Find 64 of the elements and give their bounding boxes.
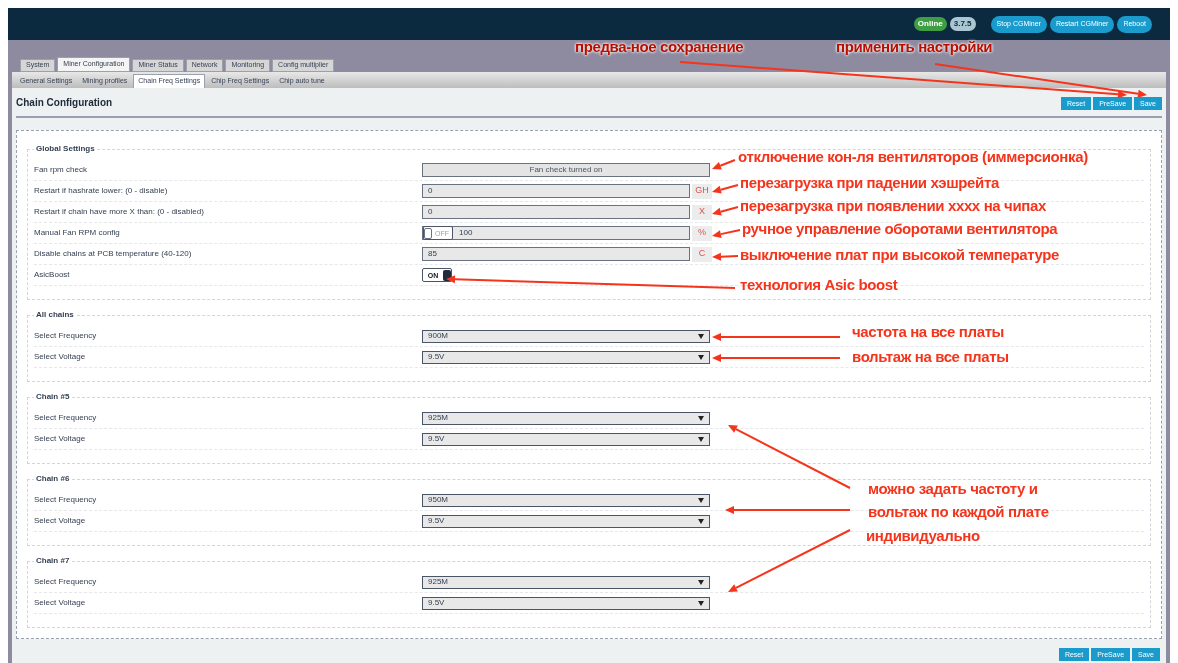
annotation-text: частота на все платы: [852, 323, 1005, 341]
setting-label: Select Voltage: [34, 351, 87, 363]
status-badge: Online: [913, 17, 947, 31]
arrow: [712, 184, 739, 194]
input-field[interactable]: 85: [422, 247, 690, 261]
fan-check-button[interactable]: Fan check turned on: [422, 163, 710, 177]
annotation-text: перезагрузка при падении хэшрейта: [740, 174, 999, 192]
setting-label: Select Frequency: [34, 412, 98, 424]
annotation-text: выключение плат при высокой температуре: [740, 246, 1060, 264]
annotation-text: можно задать частоту и: [868, 480, 1038, 498]
group-legend: Chain #7: [34, 555, 72, 567]
setting-label: Restart if hashrate lower: (0 - disable): [34, 185, 169, 197]
annotation-text: предва-ное сохранение: [575, 38, 744, 56]
annotation-text: технология Asic boost: [740, 276, 898, 294]
select-dropdown[interactable]: 9.5V: [422, 596, 710, 610]
caret-icon: [698, 354, 704, 360]
group-legend: All chains: [34, 309, 76, 321]
setting-label: Fan rpm check: [34, 164, 88, 176]
arrow: [712, 229, 741, 239]
annotation-text: вольтаж на все платы: [852, 348, 1009, 366]
setting-label: Select Frequency: [34, 494, 98, 506]
group-legend: Chain #6: [34, 473, 72, 485]
setting-label: Select Voltage: [34, 597, 87, 609]
select-dropdown[interactable]: 925M: [422, 575, 710, 589]
annotation-text: применить настройки: [836, 38, 993, 56]
group-legend: Global Settings: [34, 143, 97, 155]
caret-icon: [698, 436, 704, 442]
unit-label: X: [692, 204, 712, 220]
setting-label: Restart if chain have more X than: (0 - disabled): [34, 206, 205, 218]
caret-icon: [698, 600, 704, 606]
unit-label: C: [692, 246, 712, 262]
input-field[interactable]: 0: [422, 184, 690, 198]
page-title: Chain Configuration: [16, 95, 113, 110]
input-field[interactable]: 0: [422, 205, 690, 219]
caret-icon: [698, 497, 704, 503]
select-dropdown[interactable]: 9.5V: [422, 432, 710, 446]
setting-label: Manual Fan RPM config: [34, 227, 121, 239]
setting-label: Select Voltage: [34, 515, 87, 527]
select-dropdown[interactable]: 9.5V: [422, 514, 710, 528]
arrow: [712, 206, 739, 216]
setting-label: Disable chains at PCB temperature (40-120): [34, 248, 193, 260]
group-legend: Chain #5: [34, 391, 72, 403]
caret-icon: [698, 333, 704, 339]
arrow: [712, 252, 739, 261]
annotation-text: отключение кон-ля вентиляторов (иммерсионка): [738, 148, 1088, 166]
setting-label: AsicBoost: [34, 269, 71, 281]
caret-icon: [698, 518, 704, 524]
unit-label: %: [692, 225, 712, 241]
annotation-text: вольтаж по каждой плате: [868, 503, 1049, 521]
setting-label: Select Frequency: [34, 576, 98, 588]
annotation-text: ручное управление оборотами вентилятора: [742, 220, 1058, 238]
caret-icon: [698, 415, 704, 421]
setting-label: Select Frequency: [34, 330, 98, 342]
select-dropdown[interactable]: 900M: [422, 329, 710, 343]
setting-label: Select Voltage: [34, 433, 87, 445]
select-dropdown[interactable]: 9.5V: [422, 350, 710, 364]
unit-label: GH: [692, 183, 712, 199]
annotation-text: индивидуально: [866, 527, 980, 545]
arrow: [712, 159, 736, 170]
select-dropdown[interactable]: 925M: [422, 411, 710, 425]
select-dropdown[interactable]: 950M: [422, 493, 710, 507]
annotation-text: перезагрузка при появлении хххх на чипах: [740, 197, 1046, 215]
caret-icon: [698, 579, 704, 585]
version-badge: 3.7.5: [949, 17, 976, 31]
